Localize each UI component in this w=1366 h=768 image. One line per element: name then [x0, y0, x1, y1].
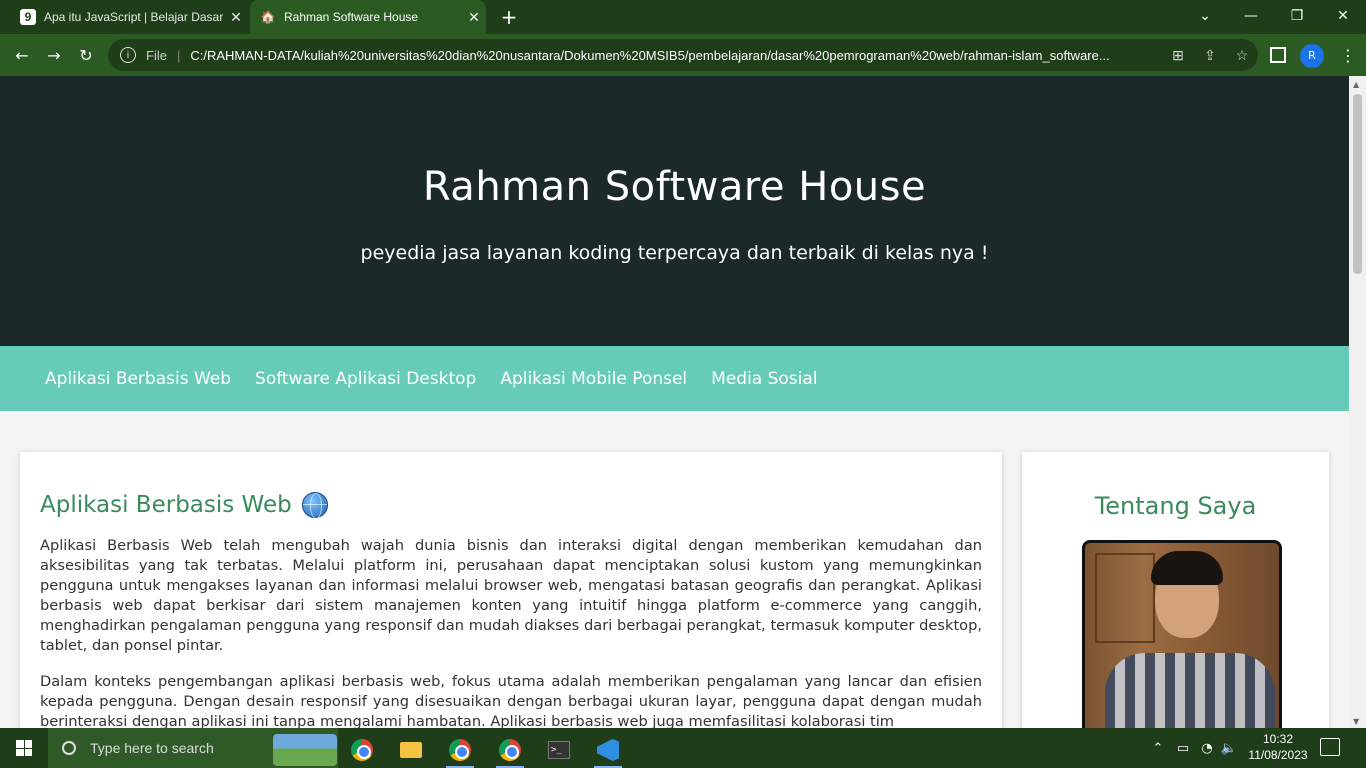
- nav-link-social-media[interactable]: Media Sosial: [711, 369, 817, 389]
- minimize-button[interactable]: —: [1228, 0, 1274, 34]
- scrollbar-thumb[interactable]: [1353, 94, 1362, 274]
- profile-photo: [1082, 540, 1282, 728]
- tab-search-chevron-icon[interactable]: ⌄: [1182, 0, 1228, 34]
- browser-tab-strip: 9 Apa itu JavaScript | Belajar Dasar ✕ 🏠…: [0, 0, 1366, 34]
- browser-toolbar: ← → ↻ i File | C:/RAHMAN-DATA/kuliah%20u…: [0, 34, 1366, 76]
- chrome-icon: [499, 739, 521, 761]
- new-tab-button[interactable]: +: [496, 4, 522, 30]
- vscode-icon: [597, 739, 619, 761]
- close-icon[interactable]: ✕: [224, 9, 248, 26]
- page-scrollbar[interactable]: ▲ ▼: [1349, 76, 1366, 728]
- article-heading: Aplikasi Berbasis Web: [40, 492, 982, 519]
- terminal-icon: >_: [548, 741, 570, 759]
- start-button[interactable]: [0, 728, 48, 768]
- chrome-icon: [351, 739, 373, 761]
- notification-icon[interactable]: [1320, 738, 1340, 756]
- scenery-icon: [273, 734, 337, 766]
- clock-time: 10:32: [1262, 732, 1294, 746]
- photo-shirt: [1105, 653, 1275, 728]
- back-button[interactable]: ←: [8, 42, 36, 70]
- taskbar-terminal[interactable]: >_: [537, 732, 581, 768]
- hero-header: Rahman Software House peyedia jasa layan…: [0, 76, 1349, 346]
- about-sidebar: Tentang Saya: [1022, 452, 1329, 728]
- search-icon: [62, 741, 76, 755]
- nav-link-desktop-software[interactable]: Software Aplikasi Desktop: [255, 369, 476, 389]
- bookmark-star-icon[interactable]: ☆: [1226, 47, 1258, 64]
- page-viewport: Rahman Software House peyedia jasa layan…: [0, 76, 1349, 728]
- url-text[interactable]: C:/RAHMAN-DATA/kuliah%20universitas%20di…: [190, 48, 1162, 63]
- scroll-up-arrow-icon[interactable]: ▲: [1353, 80, 1359, 89]
- tab-rahman-software-house[interactable]: 🏠 Rahman Software House ✕: [250, 0, 486, 34]
- translate-icon[interactable]: ⊞: [1162, 47, 1194, 64]
- forward-button[interactable]: →: [40, 42, 68, 70]
- taskbar-vscode[interactable]: [586, 732, 630, 768]
- nav-link-web-apps[interactable]: Aplikasi Berbasis Web: [45, 369, 231, 389]
- article-paragraph: Dalam konteks pengembangan aplikasi berb…: [40, 673, 982, 728]
- article-paragraph: Aplikasi Berbasis Web telah mengubah waj…: [40, 537, 982, 654]
- taskbar-clock[interactable]: 10:32 11/08/2023: [1238, 731, 1318, 763]
- scheme-label: File: [146, 47, 167, 63]
- taskbar-file-explorer[interactable]: [389, 732, 433, 768]
- tab-title: Apa itu JavaScript | Belajar Dasar: [44, 10, 224, 24]
- tray-chevron-up-icon[interactable]: ⌃: [1148, 728, 1168, 768]
- photo-background-door: [1095, 553, 1155, 643]
- reload-button[interactable]: ↻: [72, 42, 100, 70]
- photo-hair: [1151, 551, 1223, 585]
- scroll-down-arrow-icon[interactable]: ▼: [1353, 717, 1359, 726]
- tab-title: Rahman Software House: [284, 10, 419, 24]
- main-nav: Aplikasi Berbasis Web Software Aplikasi …: [0, 346, 1349, 411]
- separator: |: [176, 47, 181, 63]
- search-placeholder: Type here to search: [90, 740, 214, 756]
- article-heading-text: Aplikasi Berbasis Web: [40, 492, 292, 518]
- site-tagline: peyedia jasa layanan koding terpercaya d…: [360, 242, 989, 264]
- taskbar-chrome-2[interactable]: [438, 732, 482, 768]
- windows-taskbar: Type here to search >_ ⌃ ▭ ◔ 🔈 10:32 11/…: [0, 728, 1366, 768]
- share-icon[interactable]: ⇪: [1194, 47, 1226, 64]
- info-icon[interactable]: i: [120, 47, 136, 63]
- windows-logo-icon: [16, 740, 32, 756]
- search-highlight-image[interactable]: [270, 732, 340, 768]
- wifi-icon[interactable]: ◔: [1196, 728, 1218, 768]
- taskbar-chrome-profile[interactable]: [488, 732, 532, 768]
- taskbar-chrome-1[interactable]: [340, 732, 384, 768]
- folder-icon: [400, 742, 422, 758]
- tab-favicon: 9: [20, 9, 36, 25]
- battery-icon[interactable]: ▭: [1172, 728, 1194, 768]
- menu-kebab-icon[interactable]: ⋮: [1338, 42, 1358, 70]
- nav-link-mobile-apps[interactable]: Aplikasi Mobile Ponsel: [500, 369, 687, 389]
- address-bar[interactable]: i File | C:/RAHMAN-DATA/kuliah%20univers…: [108, 39, 1258, 71]
- chrome-icon: [449, 739, 471, 761]
- side-panel-icon[interactable]: [1270, 47, 1286, 63]
- house-icon: 🏠: [260, 10, 276, 24]
- about-heading: Tentang Saya: [1094, 492, 1257, 520]
- close-icon[interactable]: ✕: [462, 9, 486, 26]
- main-article: Aplikasi Berbasis Web Aplikasi Berbasis …: [20, 452, 1002, 728]
- clock-date: 11/08/2023: [1248, 748, 1308, 762]
- profile-avatar[interactable]: R: [1300, 44, 1324, 68]
- tab-javascript[interactable]: 9 Apa itu JavaScript | Belajar Dasar ✕: [8, 0, 248, 34]
- site-title: Rahman Software House: [422, 164, 927, 210]
- restore-button[interactable]: ❐: [1274, 0, 1320, 34]
- window-close-button[interactable]: ✕: [1320, 0, 1366, 34]
- globe-icon: [301, 492, 328, 519]
- volume-icon[interactable]: 🔈: [1218, 728, 1240, 768]
